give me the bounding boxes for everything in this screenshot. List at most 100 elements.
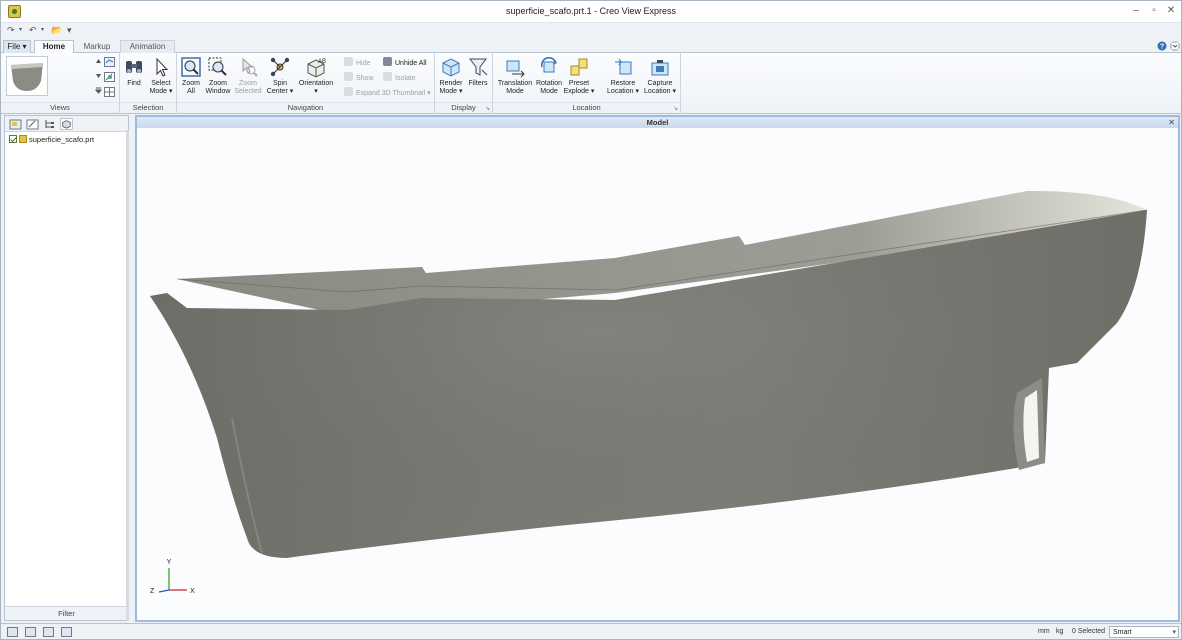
restore-location-icon bbox=[615, 58, 632, 75]
spin-center-icon bbox=[270, 57, 290, 77]
translation-mode-button[interactable]: Translation Mode bbox=[497, 56, 533, 96]
zoom-all-label-2: All bbox=[187, 88, 195, 95]
orientation-label-2: ▾ bbox=[314, 88, 318, 95]
display-group-label: Display bbox=[435, 102, 492, 112]
svg-text:?: ? bbox=[1160, 44, 1164, 51]
find-button[interactable]: Find bbox=[123, 56, 145, 88]
structure-panel-splitter[interactable] bbox=[126, 130, 129, 621]
restore-location-button[interactable]: Restore Location ▾ bbox=[606, 56, 640, 96]
translation-mode-label-1: Translation bbox=[497, 80, 533, 87]
isolate-button[interactable]: Isolate bbox=[383, 72, 416, 84]
capture-location-button[interactable]: Capture Location ▾ bbox=[642, 56, 678, 96]
visibility-checkbox[interactable] bbox=[9, 135, 17, 143]
layout-horizontal-icon[interactable] bbox=[43, 627, 54, 637]
zoom-window-label-1: Zoom bbox=[209, 80, 227, 87]
preset-explode-label-2: Explode ▾ bbox=[563, 88, 595, 95]
hide-button[interactable]: Hide bbox=[344, 57, 370, 69]
unhide-all-button[interactable]: Unhide All bbox=[383, 57, 427, 69]
gallery-down-icon[interactable] bbox=[95, 72, 102, 80]
view-box-icon[interactable] bbox=[104, 57, 115, 67]
spin-center-button[interactable]: Spin Center ▾ bbox=[265, 56, 295, 96]
show-button[interactable]: Show bbox=[344, 72, 374, 84]
gallery-expand-icon[interactable] bbox=[95, 87, 102, 95]
hide-label: Hide bbox=[356, 60, 371, 67]
redo-dropdown-icon[interactable]: ▾ bbox=[19, 24, 22, 36]
close-button[interactable]: ✕ bbox=[1165, 5, 1177, 17]
translation-mode-icon bbox=[506, 60, 525, 78]
mass-units[interactable]: kg bbox=[1056, 627, 1063, 637]
preset-explode-button[interactable]: Preset Explode ▾ bbox=[563, 56, 595, 96]
select-mode-label-2: Mode ▾ bbox=[149, 88, 173, 95]
filters-button[interactable]: Filters bbox=[466, 56, 490, 88]
location-launcher-icon[interactable]: ↘ bbox=[673, 105, 678, 112]
filter-funnel-icon bbox=[469, 58, 488, 76]
restore-location-label-2: Location ▾ bbox=[607, 88, 639, 95]
capture-location-label-1: Capture bbox=[647, 80, 673, 87]
minimize-button[interactable]: – bbox=[1130, 5, 1142, 17]
viewport-close-button[interactable]: ✕ bbox=[1168, 117, 1175, 128]
layout-bottom-icon[interactable] bbox=[61, 627, 72, 637]
zoom-all-button[interactable]: Zoom All bbox=[179, 56, 203, 96]
translation-mode-label-2: Mode bbox=[506, 88, 524, 95]
tab-file[interactable]: File ▾ bbox=[3, 40, 31, 53]
gallery-up-icon[interactable] bbox=[95, 57, 102, 65]
zoom-selected-label-2: Selected bbox=[234, 88, 262, 95]
display-launcher-icon[interactable]: ↘ bbox=[485, 105, 490, 112]
view-grid-icon[interactable] bbox=[104, 87, 115, 97]
hide-icon bbox=[344, 57, 353, 66]
creo-view-window: superficie_scafo.prt.1 - Creo View Expre… bbox=[0, 0, 1182, 640]
navigation-group: Zoom All Zoom Window Zoom Selected Spin … bbox=[177, 53, 435, 114]
show-icon bbox=[344, 72, 353, 81]
model-tab-icon[interactable] bbox=[60, 118, 73, 130]
orientation-button[interactable]: AB Orientation ▾ bbox=[297, 56, 335, 96]
quick-access-toolbar: ↷ ▾ ↶ ▾ 📂 ▾ bbox=[5, 24, 95, 38]
undo-dropdown-icon[interactable]: ▾ bbox=[41, 24, 44, 36]
unhide-all-icon bbox=[383, 57, 392, 66]
rotation-mode-label-2: Mode bbox=[540, 88, 558, 95]
help-icon[interactable]: ? bbox=[1157, 41, 1167, 51]
tree-item-superficie-scafo[interactable]: superficie_scafo.prt bbox=[9, 134, 94, 145]
tree-tab-icon[interactable] bbox=[43, 118, 56, 130]
isolate-label: Isolate bbox=[395, 75, 416, 82]
tab-animation[interactable]: Animation bbox=[120, 40, 175, 53]
zoom-window-button[interactable]: Zoom Window bbox=[205, 56, 231, 96]
expand-3d-thumbnail-button[interactable]: Expand 3D Thumbnail ▾ bbox=[344, 87, 431, 99]
selection-group: Find Select Mode ▾ Selection bbox=[120, 53, 177, 114]
orientation-cube-icon: AB bbox=[307, 59, 326, 78]
rotation-mode-button[interactable]: Rotation Mode bbox=[534, 56, 564, 96]
view-orient-icon[interactable] bbox=[104, 72, 115, 82]
select-mode-button[interactable]: Select Mode ▾ bbox=[148, 56, 174, 96]
customize-toolbar-icon[interactable]: ▾ bbox=[67, 24, 72, 36]
find-label: Find bbox=[127, 80, 141, 87]
open-folder-icon[interactable]: 📂 bbox=[51, 24, 62, 36]
layout-single-icon[interactable] bbox=[7, 627, 18, 637]
tab-markup[interactable]: Markup bbox=[76, 40, 118, 53]
model-scene[interactable]: Y X Z bbox=[137, 128, 1178, 620]
render-mode-label-1: Render bbox=[439, 80, 463, 87]
properties-tab-icon[interactable] bbox=[26, 118, 39, 130]
layout-split-icon[interactable] bbox=[25, 627, 36, 637]
maximize-button[interactable]: ▫ bbox=[1148, 5, 1160, 17]
ribbon-options-icon[interactable] bbox=[1170, 41, 1180, 51]
zoom-selected-icon bbox=[242, 57, 258, 77]
triad-x-label: X bbox=[190, 588, 195, 595]
zoom-window-label-2: Window bbox=[205, 88, 231, 95]
select-mode-label-1: Select bbox=[151, 80, 171, 87]
selection-filter-select[interactable]: Smart ▾ bbox=[1109, 626, 1179, 638]
tab-home[interactable]: Home bbox=[34, 40, 74, 54]
render-mode-button[interactable]: Render Mode ▾ bbox=[437, 56, 465, 96]
render-mode-cube-icon bbox=[442, 58, 460, 77]
redo-icon[interactable]: ↷ bbox=[7, 24, 15, 36]
zoom-selected-button[interactable]: Zoom Selected bbox=[233, 56, 263, 96]
ribbon: Views Find Select Mode ▾ Selection Zoom … bbox=[1, 53, 1181, 114]
panel-tabs bbox=[5, 116, 128, 132]
capture-location-label-2: Location ▾ bbox=[644, 88, 676, 95]
filter-bar[interactable]: Filter bbox=[5, 606, 128, 620]
views-gallery-thumbnail[interactable] bbox=[6, 56, 48, 96]
undo-icon[interactable]: ↶ bbox=[29, 24, 37, 36]
structure-tab-icon[interactable] bbox=[9, 118, 22, 130]
model-viewport[interactable]: Model ✕ Y X Z bbox=[135, 115, 1180, 622]
location-group-label: Location bbox=[493, 102, 680, 112]
length-units[interactable]: mm bbox=[1038, 627, 1050, 637]
render-mode-label-2: Mode ▾ bbox=[439, 88, 463, 95]
